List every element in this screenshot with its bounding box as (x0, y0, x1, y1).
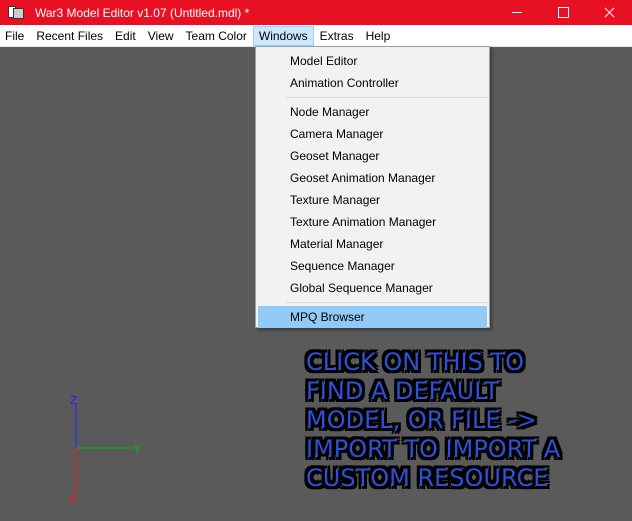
title-bar: War3 Model Editor v1.07 (Untitled.mdl) * (0, 0, 632, 25)
menu-item-geoset-manager[interactable]: Geoset Manager (258, 145, 487, 167)
menu-item-sequence-manager[interactable]: Sequence Manager (258, 255, 487, 277)
menu-item-texture-animation-manager[interactable]: Texture Animation Manager (258, 211, 487, 233)
menu-item-camera-manager[interactable]: Camera Manager (258, 123, 487, 145)
close-button[interactable] (586, 0, 632, 25)
app-icon[interactable] (8, 5, 24, 20)
windows-dropdown-menu: Model Editor Animation Controller Node M… (255, 46, 490, 328)
menu-view[interactable]: View (142, 26, 180, 46)
annotation-line: FIND A DEFAULT (306, 377, 499, 405)
menu-help[interactable]: Help (360, 26, 397, 46)
menu-recent-files[interactable]: Recent Files (30, 26, 109, 46)
maximize-button[interactable] (540, 0, 586, 25)
menu-file[interactable]: File (0, 26, 30, 46)
tutorial-annotation: CLICK ON THIS TO FIND A DEFAULT MODEL, O… (306, 348, 626, 493)
menu-item-model-editor[interactable]: Model Editor (258, 50, 487, 72)
axis-gizmo: Z Y X (69, 394, 141, 505)
maximize-icon (558, 7, 569, 18)
menu-extras[interactable]: Extras (314, 26, 360, 46)
menu-item-mpq-browser[interactable]: MPQ Browser (258, 306, 487, 328)
menu-item-geoset-animation-manager[interactable]: Geoset Animation Manager (258, 167, 487, 189)
annotation-line: IMPORT TO IMPORT A (306, 435, 561, 463)
x-axis-label: X (69, 492, 77, 505)
z-axis-label: Z (70, 394, 78, 407)
menu-edit[interactable]: Edit (109, 26, 142, 46)
menu-item-material-manager[interactable]: Material Manager (258, 233, 487, 255)
menu-separator (286, 97, 487, 98)
y-axis-label: Y (133, 443, 141, 456)
menu-windows[interactable]: Windows (252, 25, 314, 46)
menu-team-color[interactable]: Team Color (180, 26, 253, 46)
menu-item-node-manager[interactable]: Node Manager (258, 101, 487, 123)
annotation-line: CLICK ON THIS TO (306, 348, 525, 376)
annotation-line: CUSTOM RESOURCE (306, 464, 549, 492)
annotation-line: MODEL, OR FILE -> (306, 406, 537, 434)
window-title: War3 Model Editor v1.07 (Untitled.mdl) * (35, 5, 250, 20)
menu-item-texture-manager[interactable]: Texture Manager (258, 189, 487, 211)
menu-item-animation-controller[interactable]: Animation Controller (258, 72, 487, 94)
menu-bar: File Recent Files Edit View Team Color W… (0, 25, 632, 47)
minimize-icon (512, 12, 522, 13)
menu-separator (286, 302, 487, 303)
menu-item-global-sequence-manager[interactable]: Global Sequence Manager (258, 277, 487, 299)
minimize-button[interactable] (494, 0, 540, 25)
window-controls (494, 0, 632, 25)
